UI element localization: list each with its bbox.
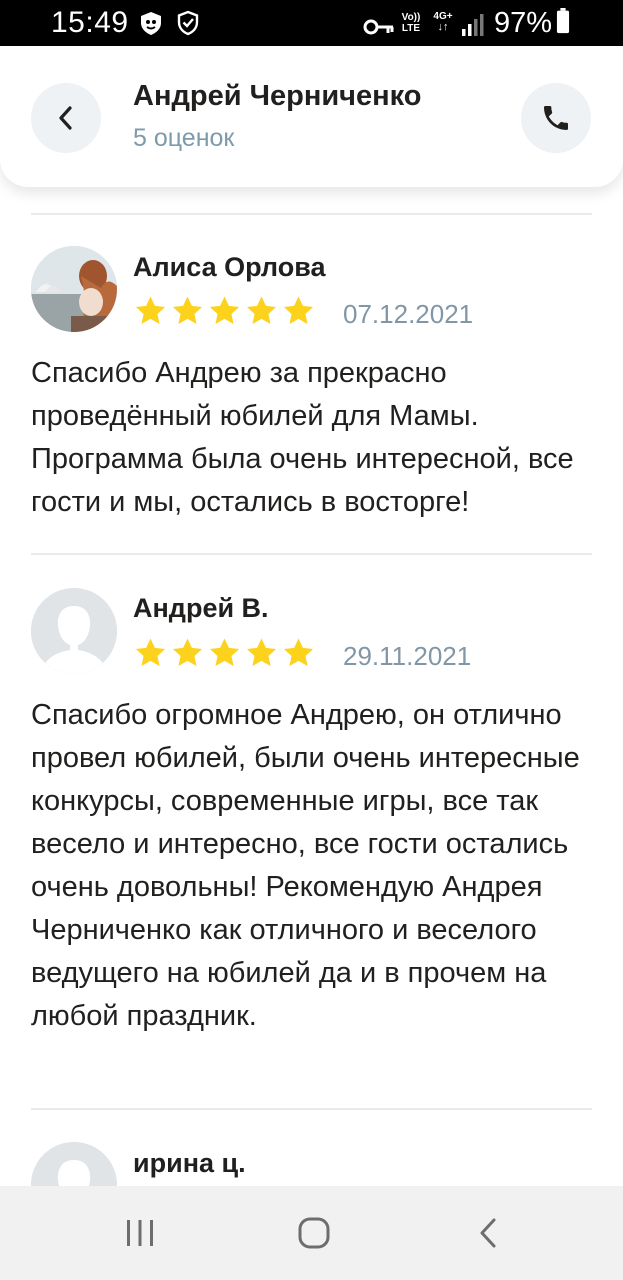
divider	[31, 1108, 592, 1110]
default-avatar	[31, 588, 117, 674]
photo-avatar	[31, 246, 117, 332]
star-icon	[135, 296, 166, 325]
star-icon	[172, 296, 203, 325]
volte-bottom-label: LTE	[401, 23, 421, 34]
system-nav-bar	[0, 1186, 623, 1280]
review-text: Спасибо огромное Андрею, он отлично пров…	[31, 699, 580, 1032]
battery-icon	[556, 8, 570, 34]
divider	[31, 213, 592, 215]
header: Андрей Черниченко 5 оценок	[0, 46, 623, 187]
page-title: Андрей Черниченко	[133, 80, 422, 112]
star-rating	[133, 636, 316, 670]
recent-apps-icon	[127, 1220, 153, 1246]
star-icon	[283, 296, 314, 325]
chevron-left-icon	[59, 106, 72, 130]
avatar-photo	[31, 246, 117, 332]
star-icon	[209, 638, 240, 667]
battery-percent: 97%	[494, 7, 553, 39]
reviewer-name: Андрей В.	[133, 593, 269, 623]
star-icon	[172, 638, 203, 667]
rating-count: 5 оценок	[133, 124, 235, 152]
divider	[31, 553, 592, 555]
star-icon	[209, 296, 240, 325]
volte-top-label: Vo))	[401, 12, 421, 23]
status-time: 15:49	[51, 6, 129, 39]
4g-data-icon: 4G+ ↓↑	[430, 11, 456, 33]
back-button[interactable]	[31, 83, 101, 153]
back-icon	[480, 1218, 496, 1248]
nav-back-button[interactable]	[438, 1186, 538, 1280]
review-date: 07.12.2021	[343, 299, 474, 329]
star-icon	[246, 638, 277, 667]
review-text: Спасибо Андрею за прекрасно проведённый …	[31, 357, 574, 518]
volte-icon: Vo)) LTE	[398, 12, 424, 34]
signal-icon	[462, 14, 484, 36]
reviewer-name: ирина ц.	[133, 1148, 246, 1178]
star-icon	[135, 638, 166, 667]
recent-apps-button[interactable]	[90, 1186, 190, 1280]
home-button[interactable]	[264, 1186, 364, 1280]
home-icon	[298, 1217, 330, 1249]
status-bar: 15:49 Vo)) LTE 4G+ ↓↑ 97%	[0, 0, 623, 46]
star-rating	[133, 294, 316, 328]
review-date: 29.11.2021	[343, 641, 472, 671]
call-button[interactable]	[521, 83, 591, 153]
phone-icon	[544, 106, 568, 130]
person-silhouette-icon	[31, 588, 117, 674]
key-icon	[363, 19, 394, 35]
shield-check-icon	[177, 10, 199, 36]
reviewer-name: Алиса Орлова	[133, 252, 326, 282]
star-icon	[246, 296, 277, 325]
shield-app-icon	[141, 12, 161, 35]
star-icon	[283, 638, 314, 667]
